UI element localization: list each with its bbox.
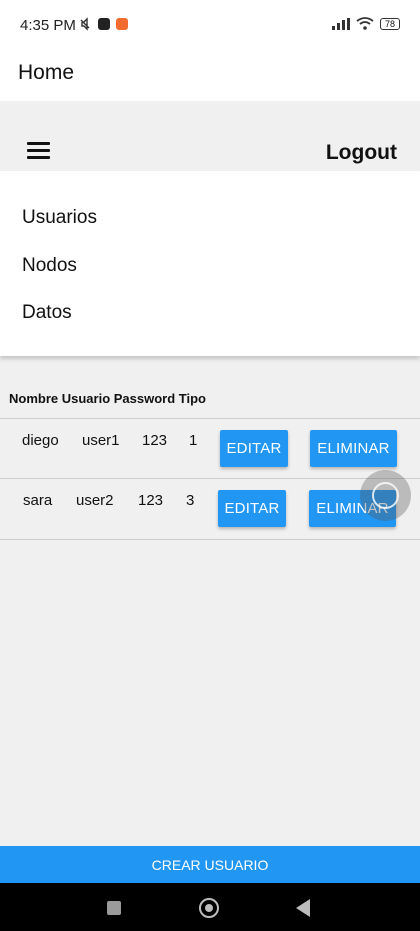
logout-button[interactable]: Logout — [326, 141, 397, 165]
navigation-bar — [0, 883, 420, 931]
battery-icon: 78 — [379, 17, 400, 30]
home-icon[interactable] — [199, 898, 219, 918]
signal-icon — [331, 17, 350, 30]
divider — [0, 539, 420, 540]
menu-item-datos[interactable]: Datos — [22, 302, 72, 324]
cell-usuario: user2 — [76, 492, 114, 509]
menu-item-nodos[interactable]: Nodos — [22, 255, 77, 277]
recorder-notification-icon — [116, 18, 128, 30]
page-title: Home — [18, 61, 75, 84]
drawer-menu: Usuarios Nodos Datos — [0, 171, 420, 356]
cell-nombre: sara — [23, 492, 53, 509]
cell-password: 123 — [142, 432, 168, 449]
status-time: 4:35 PM — [20, 17, 76, 34]
touch-indicator — [360, 470, 411, 521]
divider — [0, 418, 420, 419]
edit-button[interactable]: EDITAR — [220, 430, 288, 467]
system-icons: 78 — [331, 17, 400, 30]
app-notification-icon — [98, 18, 110, 30]
cell-nombre: diego — [22, 432, 59, 449]
hamburger-menu-icon[interactable] — [27, 142, 50, 160]
delete-button[interactable]: ELIMINAR — [310, 430, 397, 467]
wifi-icon — [356, 17, 374, 30]
mute-icon — [80, 17, 90, 31]
recents-icon[interactable] — [107, 901, 121, 915]
edit-button[interactable]: EDITAR — [218, 490, 286, 527]
status-bar: 4:35 PM 78 — [0, 0, 420, 50]
cell-usuario: user1 — [82, 432, 120, 449]
table-header: Nombre Usuario Password Tipo — [9, 391, 206, 406]
app-bar: Home — [0, 50, 420, 101]
create-user-button[interactable]: CREAR USUARIO — [0, 846, 420, 883]
menu-item-usuarios[interactable]: Usuarios — [22, 207, 97, 229]
header: Logout — [0, 101, 420, 172]
cell-tipo: 1 — [189, 432, 198, 449]
divider — [0, 478, 420, 479]
cell-password: 123 — [138, 492, 164, 509]
notification-icons — [78, 17, 128, 31]
back-icon[interactable] — [296, 899, 310, 917]
cell-tipo: 3 — [186, 492, 195, 509]
